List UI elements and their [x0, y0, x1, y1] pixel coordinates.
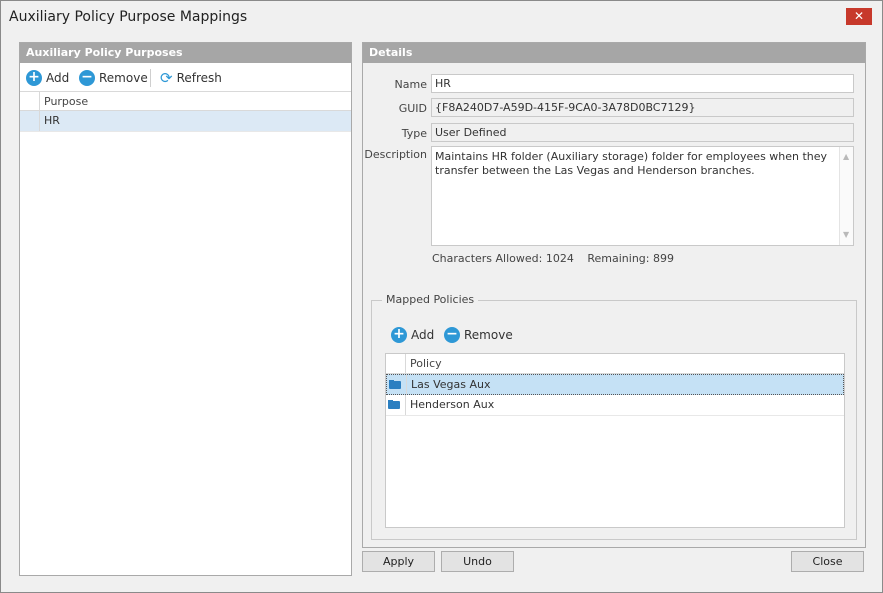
description-field[interactable]: Maintains HR folder (Auxiliary storage) …: [431, 146, 854, 246]
scroll-up-icon[interactable]: ▲: [843, 150, 849, 164]
toolbar-separator: [150, 69, 151, 87]
row-selector[interactable]: [386, 395, 406, 415]
policy-row[interactable]: Las Vegas Aux: [386, 374, 844, 395]
add-icon: +: [26, 70, 42, 86]
mapped-policies-legend: Mapped Policies: [382, 293, 479, 306]
policy-row[interactable]: Henderson Aux: [386, 395, 844, 416]
add-purpose-button[interactable]: + Add: [26, 69, 69, 87]
name-label: Name: [394, 78, 427, 91]
add-policy-label: Add: [411, 328, 435, 342]
description-scrollbar[interactable]: ▲ ▼: [839, 147, 853, 245]
chars-allowed-label: Characters Allowed:: [432, 252, 543, 265]
refresh-icon: ⟳: [160, 69, 173, 87]
remaining-label: Remaining:: [587, 252, 650, 265]
policies-grid-header: Policy: [386, 354, 844, 374]
policy-folder-icon: [389, 380, 403, 390]
chars-allowed-value: 1024: [545, 252, 574, 265]
title-bar: Auxiliary Policy Purpose Mappings ✕: [1, 1, 882, 33]
details-panel: Details Name HR GUID {F8A240D7-A59D-415F…: [362, 42, 866, 548]
add-policy-button[interactable]: + Add: [391, 326, 434, 344]
remove-purpose-button[interactable]: − Remove: [79, 69, 148, 87]
row-selector-header: [386, 354, 406, 373]
row-selector-header: [20, 92, 40, 110]
remove-icon: −: [444, 327, 460, 343]
close-button[interactable]: Close: [791, 551, 864, 572]
policy-cell[interactable]: Las Vegas Aux: [407, 375, 491, 394]
character-count: Characters Allowed: 1024 Remaining: 899: [432, 252, 674, 265]
name-field[interactable]: HR: [431, 74, 854, 93]
row-selector[interactable]: [387, 375, 407, 394]
dialog-window: Auxiliary Policy Purpose Mappings ✕ Auxi…: [0, 0, 883, 593]
purpose-cell[interactable]: HR: [40, 111, 60, 131]
policy-cell[interactable]: Henderson Aux: [406, 395, 494, 415]
description-text: Maintains HR folder (Auxiliary storage) …: [435, 150, 828, 177]
apply-button[interactable]: Apply: [362, 551, 435, 572]
details-panel-header: Details: [363, 43, 865, 63]
purposes-grid-header: Purpose: [20, 91, 351, 111]
purposes-toolbar: + Add − Remove ⟳ Refresh: [20, 63, 351, 91]
remaining-value: 899: [652, 252, 674, 265]
remove-policy-label: Remove: [464, 328, 513, 342]
type-field: User Defined: [431, 123, 854, 142]
purpose-row[interactable]: HR: [20, 111, 351, 132]
window-title: Auxiliary Policy Purpose Mappings: [9, 9, 248, 25]
mapped-policies-grid: Policy Las Vegas Aux Henderson Aux: [385, 353, 845, 528]
purpose-column-header[interactable]: Purpose: [40, 92, 88, 110]
purposes-panel: Auxiliary Policy Purposes + Add − Remove…: [19, 42, 352, 576]
policy-folder-icon: [388, 400, 402, 410]
add-purpose-label: Add: [46, 71, 70, 85]
window-close-button[interactable]: ✕: [846, 8, 872, 25]
purposes-panel-header: Auxiliary Policy Purposes: [20, 43, 351, 63]
policy-column-header[interactable]: Policy: [406, 354, 442, 373]
guid-field: {F8A240D7-A59D-415F-9CA0-3A78D0BC7129}: [431, 98, 854, 117]
remove-policy-button[interactable]: − Remove: [444, 326, 513, 344]
type-label: Type: [401, 127, 427, 140]
remove-purpose-label: Remove: [99, 71, 148, 85]
guid-label: GUID: [398, 102, 427, 115]
description-label: Description: [364, 148, 427, 161]
refresh-button[interactable]: ⟳ Refresh: [160, 69, 222, 87]
mapped-policies-group: Mapped Policies + Add − Remove Policy La…: [371, 293, 857, 540]
refresh-label: Refresh: [176, 71, 222, 85]
add-icon: +: [391, 327, 407, 343]
undo-button[interactable]: Undo: [441, 551, 514, 572]
row-selector[interactable]: [20, 111, 40, 131]
remove-icon: −: [79, 70, 95, 86]
scroll-down-icon[interactable]: ▼: [843, 228, 849, 242]
